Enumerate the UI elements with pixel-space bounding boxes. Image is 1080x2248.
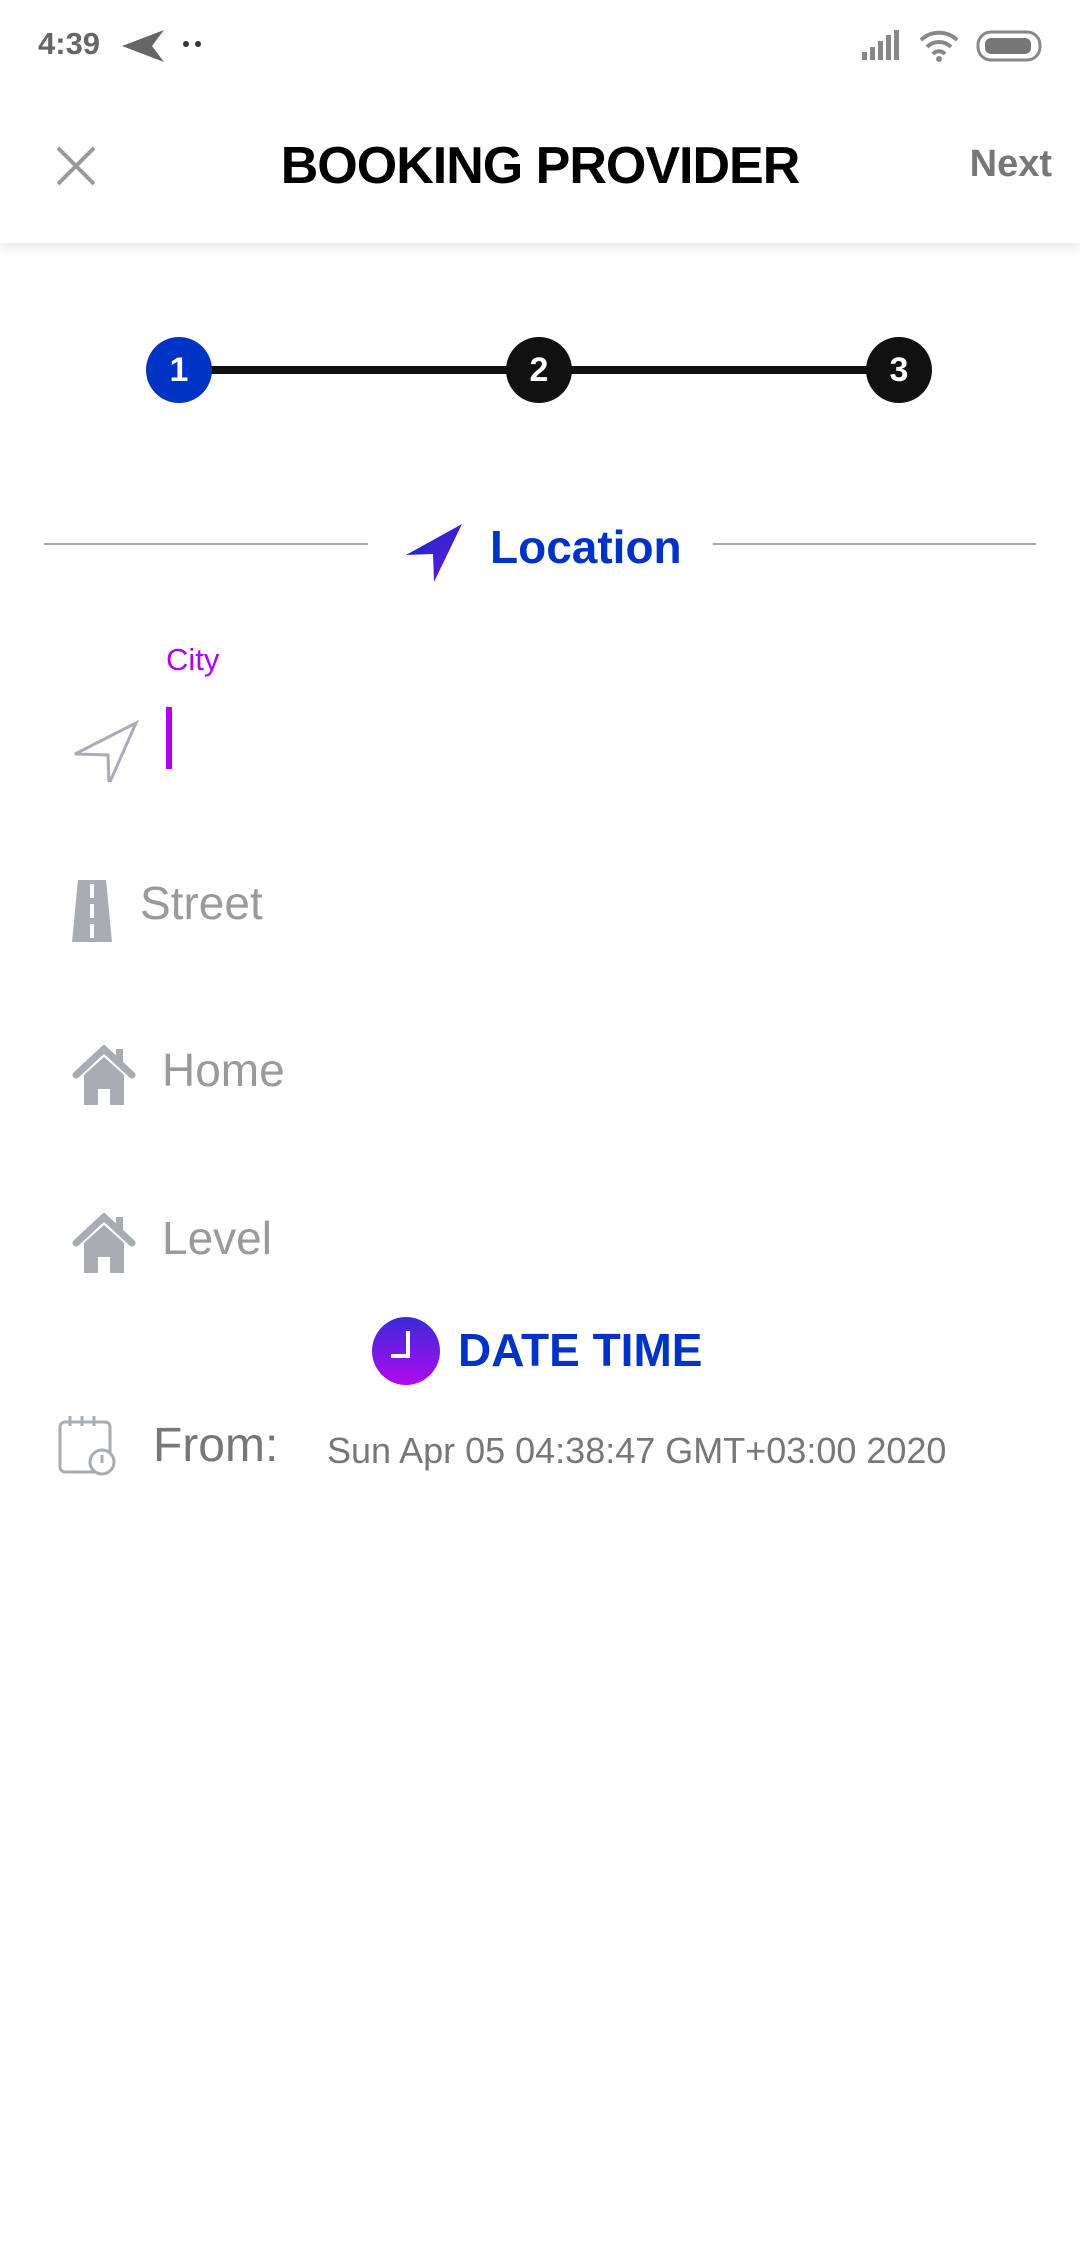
divider-right: [713, 543, 1036, 545]
calendar-clock-icon: [58, 1416, 116, 1476]
step-1[interactable]: 1: [146, 337, 212, 403]
navigation-outline-icon: [74, 720, 139, 782]
wifi-icon: [919, 30, 959, 62]
home-input[interactable]: Home: [162, 1043, 285, 1097]
city-label: City: [166, 642, 220, 677]
road-icon: [72, 880, 112, 942]
city-input[interactable]: [160, 700, 1060, 800]
home-icon: [72, 1045, 136, 1105]
navigation-arrow-icon: [406, 524, 462, 582]
level-input[interactable]: Level: [162, 1211, 272, 1265]
text-cursor: [166, 707, 172, 769]
signal-icon: [862, 30, 899, 60]
location-heading: Location: [490, 521, 682, 573]
more-dots-icon: [183, 41, 201, 47]
telegram-icon: [122, 30, 164, 62]
street-input[interactable]: Street: [140, 876, 263, 930]
from-label: From:: [153, 1419, 279, 1472]
date-time-heading: DATE TIME: [458, 1324, 703, 1376]
home-icon: [72, 1213, 136, 1273]
page-title: BOOKING PROVIDER: [280, 137, 801, 195]
status-time: 4:39: [38, 26, 101, 61]
step-2[interactable]: 2: [506, 337, 572, 403]
from-datetime[interactable]: Sun Apr 05 04:38:47 GMT+03:00 2020: [327, 1430, 946, 1472]
divider-left: [44, 543, 368, 545]
next-button[interactable]: Next: [970, 143, 1052, 186]
status-bar: 4:39: [0, 0, 1080, 90]
battery-icon: [976, 30, 1042, 62]
step-3[interactable]: 3: [866, 337, 932, 403]
clock-icon: [372, 1317, 440, 1385]
